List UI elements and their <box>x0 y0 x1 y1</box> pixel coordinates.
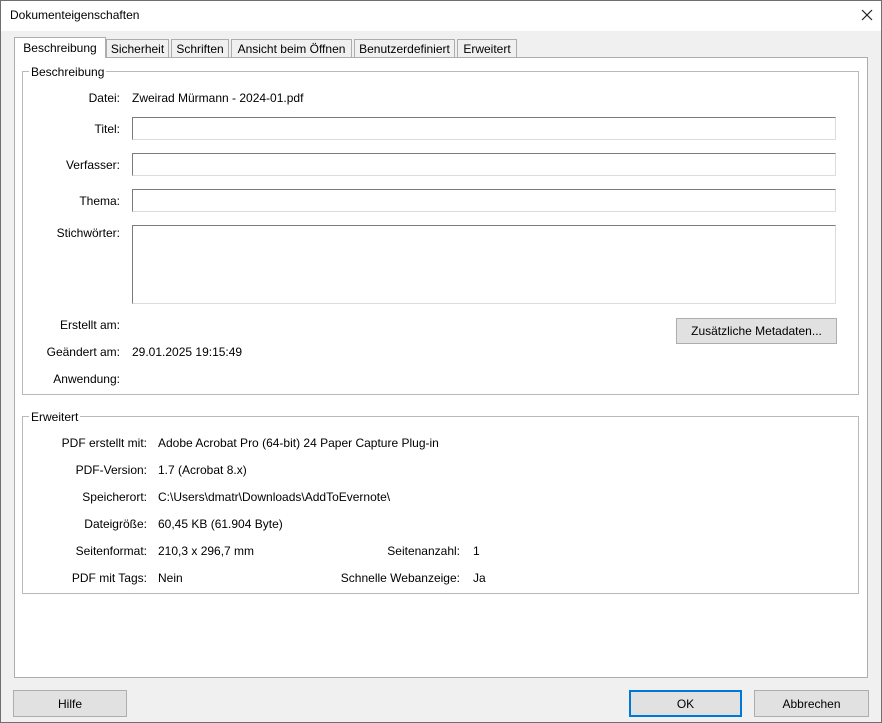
title-bar: Dokumenteigenschaften <box>0 0 882 31</box>
author-label: Verfasser: <box>65 158 120 172</box>
modified-value: 29.01.2025 19:15:49 <box>132 345 243 359</box>
tab-sicherheit[interactable]: Sicherheit <box>106 39 169 57</box>
description-group-legend: Beschreibung <box>29 65 107 79</box>
ok-button[interactable]: OK <box>629 690 742 717</box>
page-size-value: 210,3 x 296,7 mm <box>158 544 255 558</box>
tab-beschreibung[interactable]: Beschreibung <box>14 37 106 58</box>
producer-label: PDF erstellt mit: <box>61 436 147 450</box>
fast-web-view-value: Ja <box>473 571 486 585</box>
tab-benutzerdefiniert[interactable]: Benutzerdefiniert <box>354 39 455 57</box>
tab-ansicht-beim-oeffnen[interactable]: Ansicht beim Öffnen <box>231 39 352 57</box>
advanced-group-legend: Erweitert <box>29 410 81 424</box>
keywords-field[interactable] <box>132 225 836 304</box>
additional-metadata-button[interactable]: Zusätzliche Metadaten... <box>676 318 837 344</box>
title-field[interactable] <box>132 117 836 140</box>
tagged-pdf-label: PDF mit Tags: <box>71 571 147 585</box>
window-title: Dokumenteigenschaften <box>10 8 140 22</box>
modified-label: Geändert am: <box>46 345 120 359</box>
page-count-value: 1 <box>473 544 480 558</box>
tagged-pdf-value: Nein <box>158 571 183 585</box>
file-value: Zweirad Mürmann - 2024-01.pdf <box>132 91 304 105</box>
location-label: Speicherort: <box>82 490 147 504</box>
tab-schriften[interactable]: Schriften <box>171 39 229 57</box>
created-label: Erstellt am: <box>59 318 120 332</box>
title-label: Titel: <box>94 122 120 136</box>
fast-web-view-label: Schnelle Webanzeige: <box>340 571 460 585</box>
application-label: Anwendung: <box>53 372 120 386</box>
subject-label: Thema: <box>79 194 120 208</box>
help-button[interactable]: Hilfe <box>13 690 127 717</box>
cancel-button[interactable]: Abbrechen <box>754 690 869 717</box>
advanced-group <box>22 416 859 594</box>
page-count-label: Seitenanzahl: <box>387 544 460 558</box>
file-size-value: 60,45 KB (61.904 Byte) <box>158 517 283 531</box>
page-size-label: Seitenformat: <box>75 544 147 558</box>
pdf-version-value: 1.7 (Acrobat 8.x) <box>158 463 247 477</box>
location-value: C:\Users\dmatr\Downloads\AddToEvernote\ <box>158 490 391 504</box>
subject-field[interactable] <box>132 189 836 212</box>
producer-value: Adobe Acrobat Pro (64-bit) 24 Paper Capt… <box>158 436 439 450</box>
close-icon[interactable] <box>856 4 878 26</box>
author-field[interactable] <box>132 153 836 176</box>
keywords-label: Stichwörter: <box>56 226 120 240</box>
tab-erweitert[interactable]: Erweitert <box>457 39 517 57</box>
file-label: Datei: <box>88 91 120 105</box>
file-size-label: Dateigröße: <box>84 517 147 531</box>
pdf-version-label: PDF-Version: <box>75 463 147 477</box>
